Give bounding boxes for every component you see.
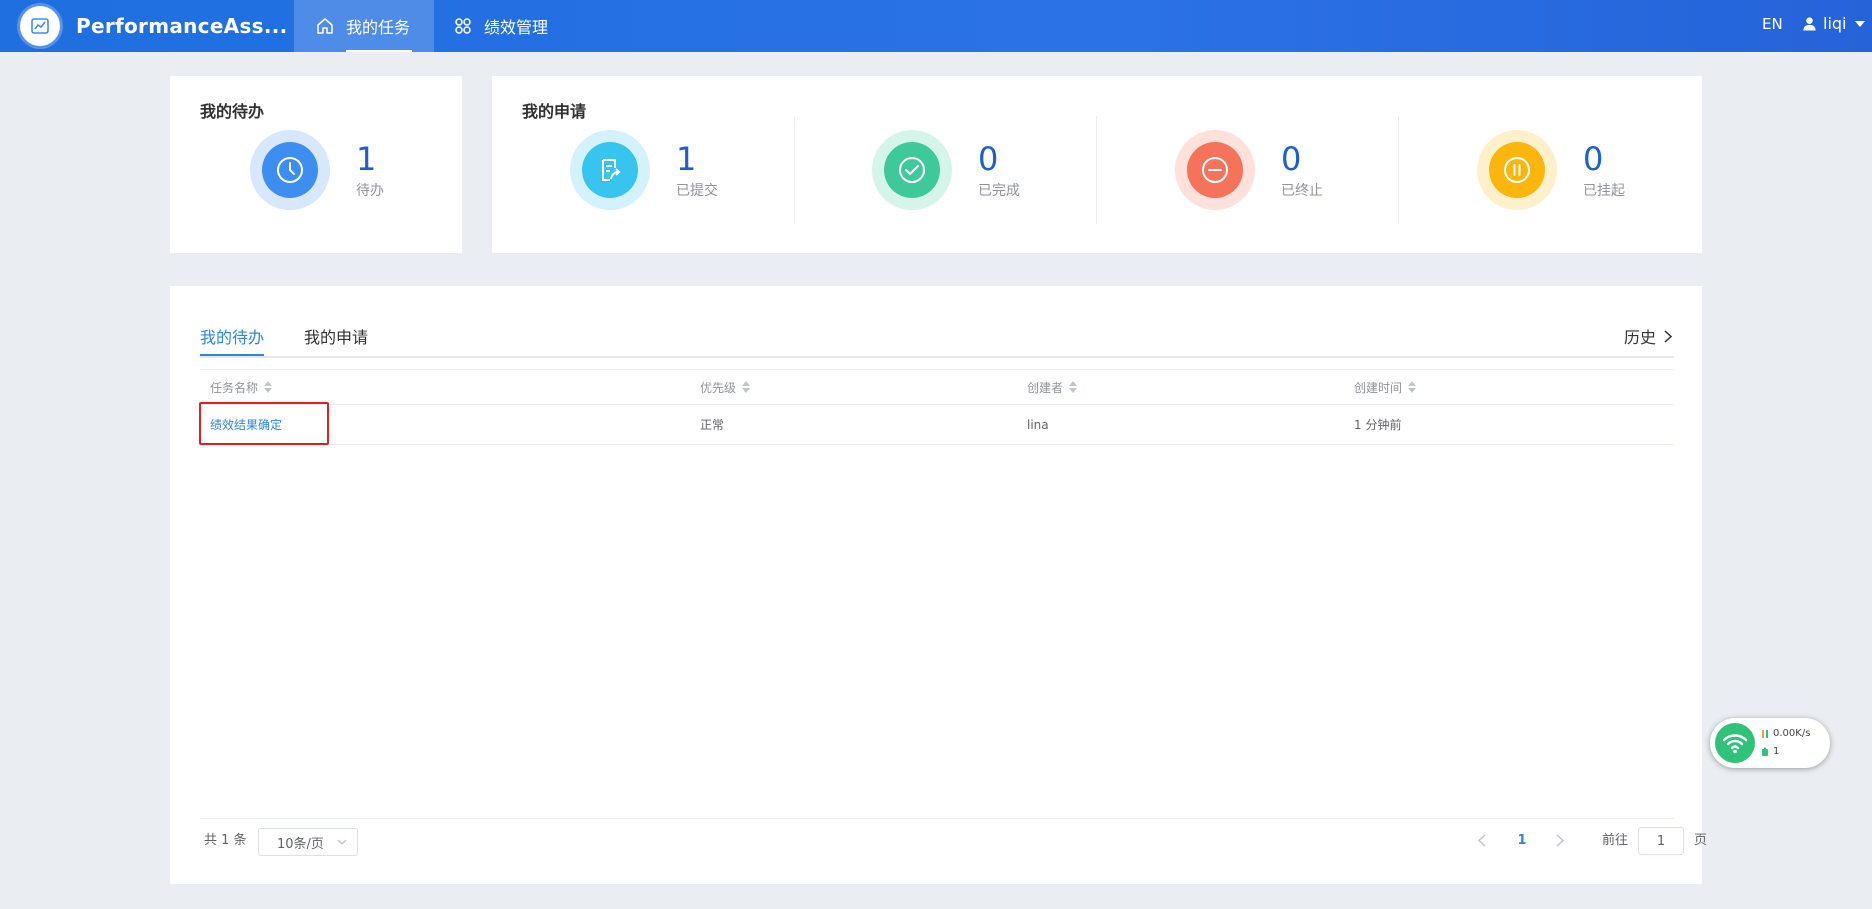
todo-label: 待办 — [356, 183, 384, 199]
minus-icon — [1187, 142, 1243, 198]
tab-my-todo[interactable]: 我的待办 — [200, 324, 265, 356]
sort-icon[interactable] — [1069, 381, 1078, 393]
nav-my-tasks-label: 我的任务 — [346, 18, 411, 37]
language-switch[interactable]: EN — [1762, 15, 1783, 33]
pagination: 共 1 条 10条/页 1 前往 页 — [200, 826, 1707, 856]
submitted-label: 已提交 — [676, 183, 718, 199]
todo-summary-card: 我的待办 1 待办 — [170, 76, 462, 253]
task-panel: 我的待办 我的申请 历史 任务名称 优先级 创建者 创建时间 绩效结果确定 正常… — [170, 286, 1707, 884]
task-name-link[interactable]: 绩效结果确定 — [210, 416, 282, 433]
table-header: 任务名称 优先级 创建者 创建时间 — [200, 369, 1674, 405]
device-count: 1 — [1773, 746, 1780, 757]
chevron-down-icon — [337, 839, 347, 845]
nav-performance-management-label: 绩效管理 — [484, 18, 549, 37]
check-icon — [884, 142, 940, 198]
todo-stat[interactable]: 1 待办 — [250, 130, 384, 210]
column-created-time[interactable]: 创建时间 — [1354, 370, 1417, 404]
brand[interactable]: PerformanceAss... — [20, 6, 288, 46]
suspended-stat[interactable]: 0 已挂起 — [1477, 130, 1625, 210]
completed-count: 0 — [978, 140, 999, 178]
app-logo-icon — [20, 6, 60, 46]
divider — [1398, 116, 1399, 224]
network-speed: 0.00K/s — [1773, 728, 1811, 739]
network-speed-widget[interactable]: 0.00K/s 1 — [1710, 718, 1830, 768]
application-summary-card: 我的申请 1 已提交 0 已完成 0 已终止 0 已挂起 — [492, 76, 1702, 253]
column-task-name[interactable]: 任务名称 — [210, 370, 273, 404]
terminated-label: 已终止 — [1281, 183, 1323, 199]
completed-label: 已完成 — [978, 183, 1020, 199]
divider — [794, 116, 795, 224]
terminated-count: 0 — [1281, 140, 1302, 178]
page-number[interactable]: 1 — [1508, 826, 1536, 856]
wifi-icon — [1715, 723, 1755, 763]
goto-label: 前往 — [1602, 833, 1629, 848]
application-card-title: 我的申请 — [522, 102, 587, 121]
suspended-count: 0 — [1583, 140, 1604, 178]
completed-stat[interactable]: 0 已完成 — [872, 130, 1020, 210]
goto-suffix: 页 — [1694, 833, 1708, 848]
task-tabs: 我的待办 我的申请 — [200, 324, 1674, 358]
caret-down-icon — [1854, 20, 1865, 27]
suspended-label: 已挂起 — [1583, 183, 1625, 199]
clock-icon — [262, 142, 318, 198]
todo-count: 1 — [356, 140, 377, 178]
app-name: PerformanceAss... — [76, 14, 288, 38]
column-priority[interactable]: 优先级 — [700, 370, 751, 404]
history-link[interactable]: 历史 — [1624, 324, 1672, 348]
submit-icon — [582, 142, 638, 198]
column-creator[interactable]: 创建者 — [1027, 370, 1078, 404]
nav-my-tasks[interactable]: 我的任务 — [294, 0, 434, 52]
divider — [200, 818, 1674, 819]
sort-icon[interactable] — [742, 381, 751, 393]
todo-card-title: 我的待办 — [200, 102, 265, 121]
top-bar: PerformanceAss... 我的任务 绩效管理 EN liqi — [0, 0, 1872, 52]
user-name: liqi — [1823, 14, 1847, 33]
terminated-stat[interactable]: 0 已终止 — [1175, 130, 1323, 210]
task-priority: 正常 — [700, 418, 725, 432]
user-menu[interactable]: liqi — [1802, 14, 1865, 33]
page-size-select[interactable]: 10条/页 — [258, 828, 358, 856]
table-row[interactable]: 绩效结果确定 正常 lina 1 分钟前 — [199, 402, 1674, 445]
chevron-right-icon — [1664, 329, 1672, 343]
sort-icon[interactable] — [1408, 381, 1417, 393]
history-label: 历史 — [1623, 328, 1656, 347]
task-table: 任务名称 优先级 创建者 创建时间 绩效结果确定 正常 lina 1 分钟前 — [199, 369, 1674, 445]
speed-icon — [1762, 730, 1768, 738]
device-icon — [1762, 747, 1768, 756]
prev-page-icon[interactable] — [1478, 834, 1486, 847]
home-icon — [317, 18, 333, 34]
pause-icon — [1489, 142, 1545, 198]
submitted-stat[interactable]: 1 已提交 — [570, 130, 718, 210]
tab-my-applications[interactable]: 我的申请 — [304, 324, 368, 348]
apps-icon — [455, 18, 471, 34]
submitted-count: 1 — [676, 140, 697, 178]
sort-icon[interactable] — [264, 381, 273, 393]
task-creator: lina — [1027, 417, 1049, 432]
goto-page-input[interactable] — [1638, 827, 1684, 855]
nav-performance-management[interactable]: 绩效管理 — [454, 0, 584, 52]
total-count: 共 1 条 — [204, 833, 247, 848]
next-page-icon[interactable] — [1556, 834, 1564, 847]
divider — [1096, 116, 1097, 224]
user-icon — [1803, 17, 1816, 31]
task-created-time: 1 分钟前 — [1354, 418, 1402, 432]
